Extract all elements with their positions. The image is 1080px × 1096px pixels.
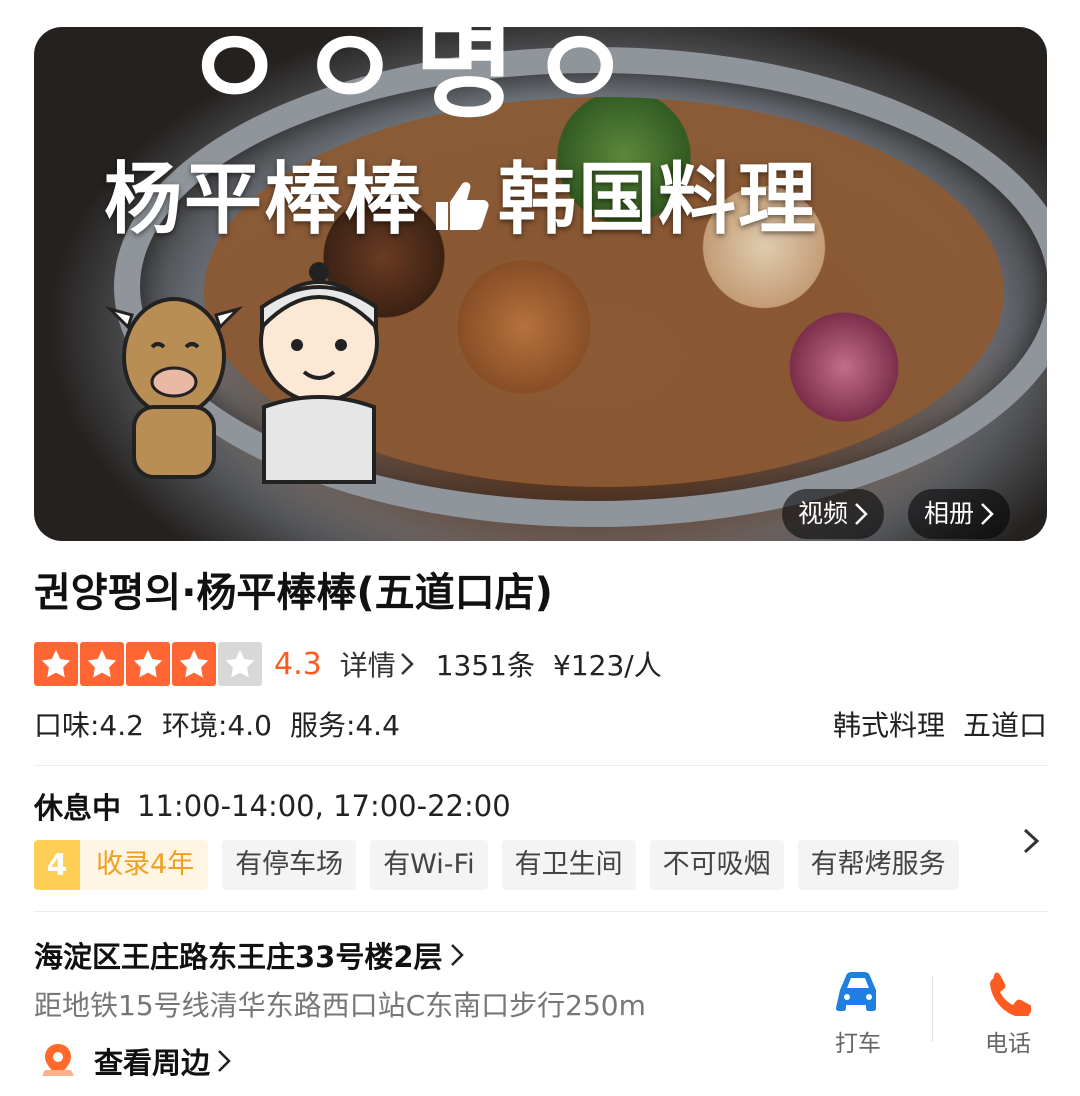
chevron-right-icon xyxy=(981,503,994,525)
video-label: 视频 xyxy=(798,499,849,528)
years-listed-label: 收录4年 xyxy=(96,849,195,880)
divider xyxy=(932,976,933,1042)
shop-name: 권양평의·杨平棒棒(五道口店) xyxy=(34,570,553,616)
facility-tags[interactable]: 4 收录4年 有停车场 有Wi-Fi 有卫生间 不可吸烟 有帮烤服务 xyxy=(34,840,959,890)
area-category[interactable]: 五道口 xyxy=(963,709,1047,742)
facility-tag: 有卫生间 xyxy=(501,840,636,890)
album-label: 相册 xyxy=(924,499,975,528)
business-hours-time: 11:00-14:00, 17:00-22:00 xyxy=(137,789,511,823)
review-count: 1351条 xyxy=(435,649,535,682)
average-price: ¥123/人 xyxy=(553,649,662,682)
hero-title-left: 杨平棒棒 xyxy=(104,154,425,245)
score-breakdown: 口味:4.2 环境:4.0 服务:4.4 xyxy=(34,704,418,744)
address-text: 海淀区王庄路东王庄33号楼2层 xyxy=(34,940,443,974)
environment-score: 环境:4.0 xyxy=(161,709,272,742)
star-filled-icon xyxy=(172,642,216,686)
facility-tag: 有停车场 xyxy=(222,840,357,890)
hero-logo-letters: ㅇㅇ명ㅇ xyxy=(184,27,645,133)
rating-detail-label: 详情 xyxy=(339,649,396,682)
divider xyxy=(34,911,1047,912)
hero-image[interactable]: ㅇㅇ명ㅇ 杨平棒棒 韩国料理 视频 相册 xyxy=(34,27,1047,541)
category-tags: 韩式料理 五道口 xyxy=(815,704,1047,744)
cuisine-category[interactable]: 韩式料理 xyxy=(833,709,945,742)
star-empty-icon xyxy=(218,642,262,686)
location-pin-icon xyxy=(42,1044,74,1076)
phone-label: 电话 xyxy=(985,1031,1031,1057)
car-icon xyxy=(836,972,876,1011)
business-status: 休息中 xyxy=(34,791,122,825)
star-filled-icon xyxy=(80,642,124,686)
rating-row: 4.3 详情 1351条 ¥123/人 xyxy=(34,642,662,686)
chevron-right-icon xyxy=(218,1050,231,1072)
star-filled-icon xyxy=(34,642,78,686)
hero-title-right: 韩国料理 xyxy=(498,154,819,245)
chevron-right-icon xyxy=(855,503,868,525)
rating-detail-link[interactable]: 详情 xyxy=(340,644,414,684)
taxi-label: 打车 xyxy=(835,1031,881,1057)
star-filled-icon xyxy=(126,642,170,686)
phone-icon xyxy=(990,972,1031,1016)
taxi-button[interactable]: 打车 xyxy=(818,970,898,1060)
star-rating xyxy=(34,642,262,686)
phone-button[interactable]: 电话 xyxy=(968,970,1048,1060)
years-listed-number: 4 xyxy=(34,840,80,890)
view-nearby-link[interactable]: 查看周边 xyxy=(40,1040,232,1082)
facility-tag: 有帮烤服务 xyxy=(797,840,959,890)
rating-score: 4.3 xyxy=(274,646,322,682)
service-score: 服务:4.4 xyxy=(289,709,400,742)
hero-title: 杨平棒棒 韩国料理 xyxy=(104,137,818,249)
facility-tag: 不可吸烟 xyxy=(649,840,784,890)
facility-tag: 有Wi-Fi xyxy=(370,840,488,890)
business-hours[interactable]: 休息中 11:00-14:00, 17:00-22:00 xyxy=(34,786,511,826)
view-nearby-label: 查看周边 xyxy=(94,1046,211,1080)
divider xyxy=(34,765,1047,766)
metro-distance: 距地铁15号线清华东路西口站C东南口步行250m xyxy=(34,989,646,1022)
album-button[interactable]: 相册 xyxy=(908,489,1011,539)
chevron-right-icon xyxy=(400,653,414,675)
chevron-right-icon xyxy=(450,944,464,966)
thumbs-up-icon xyxy=(436,181,489,230)
shop-address[interactable]: 海淀区王庄路东王庄33号楼2层 xyxy=(34,934,465,976)
taste-score: 口味:4.2 xyxy=(34,709,144,742)
years-listed-badge: 4 收录4年 xyxy=(34,840,209,890)
mascot-illustration xyxy=(104,262,379,484)
chevron-right-icon[interactable] xyxy=(1018,826,1044,856)
score-breakdown-row: 口味:4.2 环境:4.0 服务:4.4 韩式料理 五道口 xyxy=(34,704,1047,744)
video-button[interactable]: 视频 xyxy=(782,489,885,539)
